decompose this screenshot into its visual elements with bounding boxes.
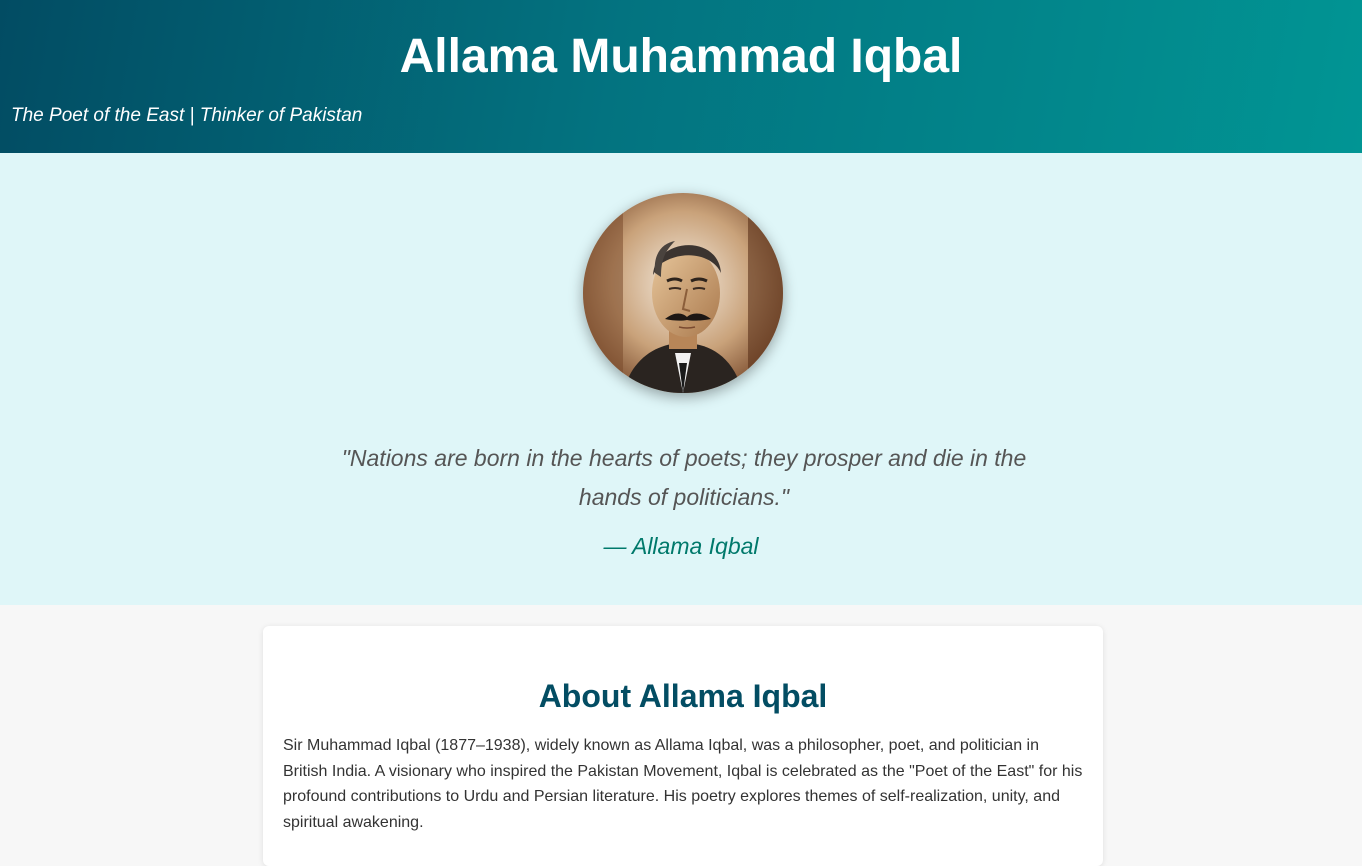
hero-section: "Nations are born in the hearts of poets…: [0, 153, 1362, 605]
page-title: Allama Muhammad Iqbal: [399, 30, 963, 83]
about-card: About Allama Iqbal Sir Muhammad Iqbal (1…: [263, 626, 1103, 866]
quote-text: "Nations are born in the hearts of poets…: [341, 445, 1027, 510]
header-tagline: The Poet of the East | Thinker of Pakist…: [11, 105, 363, 126]
quote-author: — Allama Iqbal: [603, 533, 759, 559]
portrait-photo-icon: [583, 193, 783, 393]
portrait-image: [583, 193, 783, 393]
about-paragraph: Sir Muhammad Iqbal (1877–1938), widely k…: [283, 737, 1083, 832]
about-heading: About Allama Iqbal: [538, 678, 828, 714]
site-header: Allama Muhammad Iqbal The Poet of the Ea…: [0, 0, 1362, 153]
